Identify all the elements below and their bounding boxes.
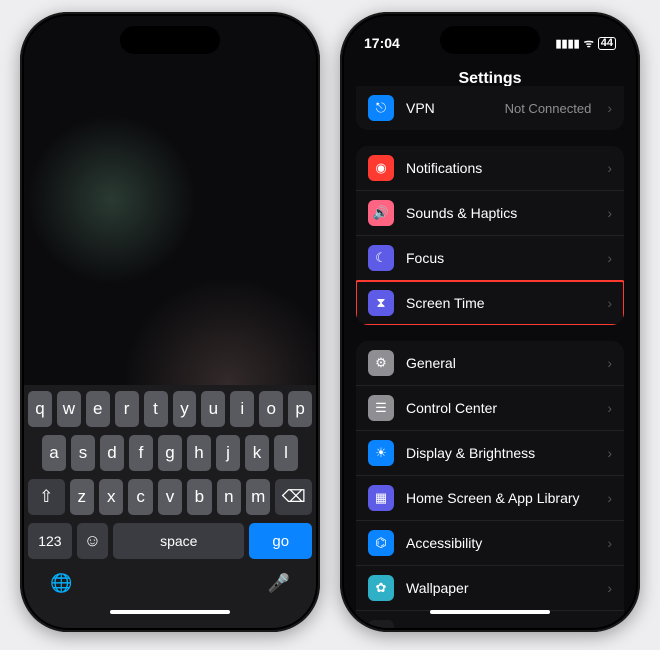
settings-standby-icon: ◐ [368,620,394,628]
key-u[interactable]: u [201,391,225,427]
chevron-right-icon: › [607,205,612,221]
chevron-right-icon: › [607,490,612,506]
key-r[interactable]: r [115,391,139,427]
keyboard: qwertyuiop asdfghjkl ⇧zxcvbnm⌫ 123 ☺ spa… [24,385,316,628]
dynamic-island [440,26,540,54]
settings-row-notifications[interactable]: ◉ Notifications › [356,146,624,191]
settings-row-sounds-haptics[interactable]: 🔊 Sounds & Haptics › [356,191,624,236]
key-space[interactable]: space [113,523,244,559]
key-j[interactable]: j [216,435,240,471]
chevron-right-icon: › [607,445,612,461]
key-n[interactable]: n [217,479,241,515]
settings-control-center-icon: ☰ [368,395,394,421]
settings-focus-icon: ☾ [368,245,394,271]
key-i[interactable]: i [230,391,254,427]
settings-notifications-icon: ◉ [368,155,394,181]
key-o[interactable]: o [259,391,283,427]
key-shift[interactable]: ⇧ [28,479,65,515]
settings-screen-time-icon: ⧗ [368,290,394,316]
key-emoji[interactable]: ☺ [77,523,108,559]
key-w[interactable]: w [57,391,81,427]
key-c[interactable]: c [128,479,152,515]
settings-label: Accessibility [406,535,595,551]
settings-wallpaper-icon: ✿ [368,575,394,601]
chevron-right-icon: › [607,535,612,551]
key-s[interactable]: s [71,435,95,471]
key-q[interactable]: q [28,391,52,427]
key-k[interactable]: k [245,435,269,471]
settings-home-screen-app-library-icon: ▦ [368,485,394,511]
key-p[interactable]: p [288,391,312,427]
key-x[interactable]: x [99,479,123,515]
key-d[interactable]: d [100,435,124,471]
settings-label: Display & Brightness [406,445,595,461]
settings-accessibility-icon: ⌬ [368,530,394,556]
key-v[interactable]: v [158,479,182,515]
settings-label: Home Screen & App Library [406,490,595,506]
key-g[interactable]: g [158,435,182,471]
settings-sounds-haptics-icon: 🔊 [368,200,394,226]
settings-row-general[interactable]: ⚙ General › [356,341,624,386]
settings-general-icon: ⚙ [368,350,394,376]
chevron-right-icon: › [607,400,612,416]
chevron-right-icon: › [607,160,612,176]
chevron-right-icon: › [607,355,612,371]
settings-label: Screen Time [406,295,595,311]
key-a[interactable]: a [42,435,66,471]
settings-label: General [406,355,595,371]
settings-row-vpn[interactable]: ⎋ VPN Not Connected › [356,86,624,130]
key-b[interactable]: b [187,479,211,515]
home-indicator[interactable] [430,610,550,614]
iphone-right: 17:04 ▮▮▮▮ ᯤ 44 Settings ⎋ VPN Not Conne… [340,12,640,632]
settings-row-screen-time[interactable]: ⧗ Screen Time › [356,281,624,325]
settings-label: Wallpaper [406,580,595,596]
chevron-right-icon: › [607,625,612,628]
settings-row-control-center[interactable]: ☰ Control Center › [356,386,624,431]
status-time: 17:04 [364,35,400,51]
settings-detail: Not Connected [505,101,592,116]
globe-icon[interactable]: 🌐 [50,573,72,594]
settings-row-home-screen-app-library[interactable]: ▦ Home Screen & App Library › [356,476,624,521]
key-m[interactable]: m [246,479,270,515]
key-z[interactable]: z [70,479,94,515]
iphone-left: 17:04 ➤ ▮▮▮▮ ᯤ 44 🔍 Setti ✕ Cancel ⚙ Set… [20,12,320,632]
settings-row-accessibility[interactable]: ⌬ Accessibility › [356,521,624,566]
wifi-icon: ᯤ [584,36,594,51]
battery-icon: 44 [598,37,616,50]
settings-row-focus[interactable]: ☾ Focus › [356,236,624,281]
key-go[interactable]: go [249,523,312,559]
settings-label: Sounds & Haptics [406,205,595,221]
settings-label: Notifications [406,160,595,176]
settings-label: VPN [406,100,493,116]
settings-label: StandBy [406,625,595,628]
chevron-right-icon: › [607,295,612,311]
key-y[interactable]: y [173,391,197,427]
settings-vpn-icon: ⎋ [368,95,394,121]
settings-row-display-brightness[interactable]: ☀ Display & Brightness › [356,431,624,476]
settings-label: Control Center [406,400,595,416]
chevron-right-icon: › [607,100,612,116]
key-backspace[interactable]: ⌫ [275,479,312,515]
key-123[interactable]: 123 [28,523,72,559]
key-l[interactable]: l [274,435,298,471]
key-e[interactable]: e [86,391,110,427]
chevron-right-icon: › [607,580,612,596]
settings-label: Focus [406,250,595,266]
settings-display-brightness-icon: ☀ [368,440,394,466]
key-h[interactable]: h [187,435,211,471]
chevron-right-icon: › [607,250,612,266]
dynamic-island [120,26,220,54]
key-t[interactable]: t [144,391,168,427]
settings-row-wallpaper[interactable]: ✿ Wallpaper › [356,566,624,611]
signal-icon: ▮▮▮▮ [555,37,579,50]
home-indicator[interactable] [110,610,230,614]
mic-icon[interactable]: 🎤 [268,573,290,594]
key-f[interactable]: f [129,435,153,471]
